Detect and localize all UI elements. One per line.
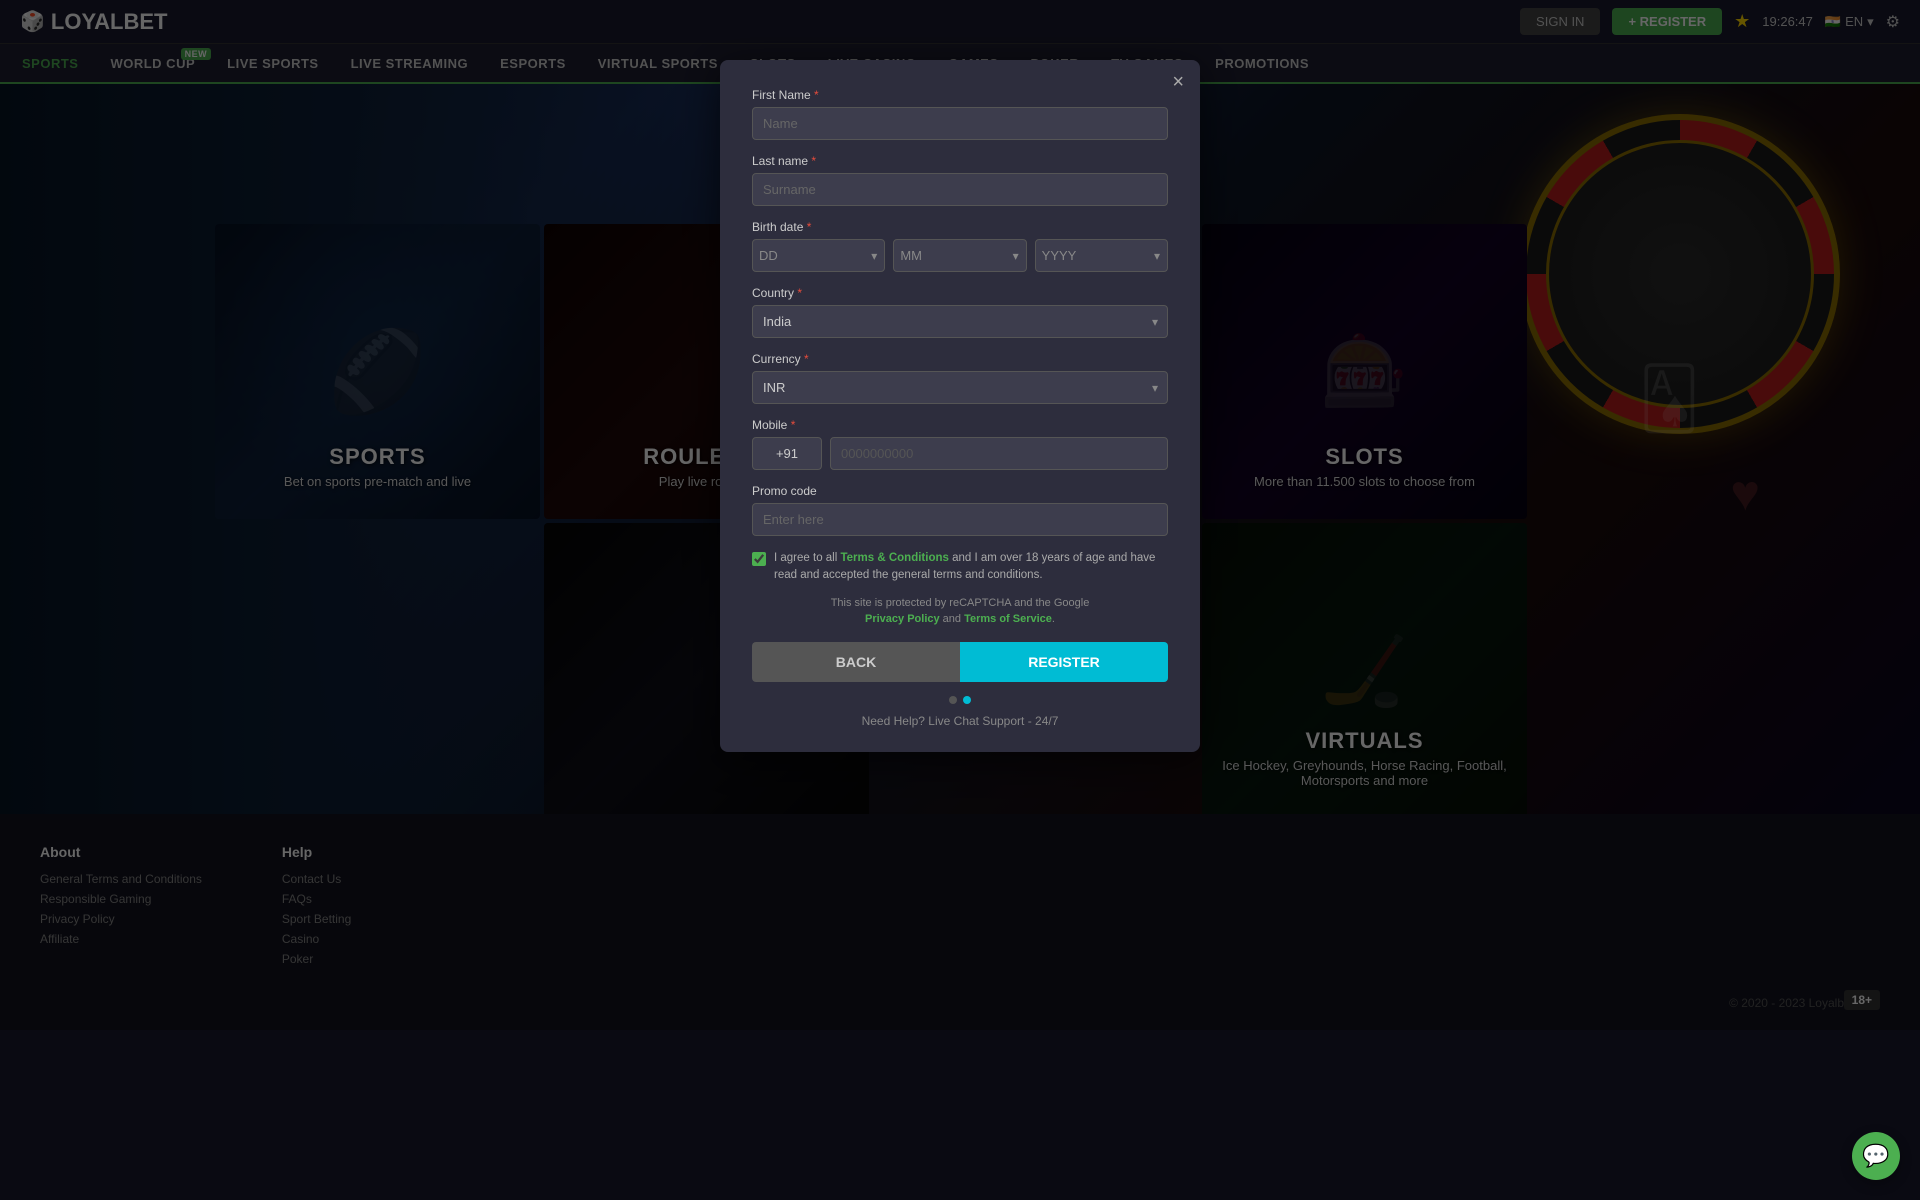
birth-day-wrapper: DD [752,239,885,272]
birth-year-select[interactable]: YYYY [1035,239,1168,272]
live-chat-button[interactable]: 💬 [1852,1132,1900,1180]
action-row: BACK REGISTER [752,642,1168,682]
terms-link[interactable]: Terms & Conditions [840,552,948,564]
country-select[interactable]: India [752,305,1168,338]
terms-row: I agree to all Terms & Conditions and I … [752,550,1168,585]
currency-select[interactable]: INR [752,371,1168,404]
progress-dots [752,696,1168,704]
terms-of-service-link[interactable]: Terms of Service [964,613,1052,625]
register-modal: × First Name * Last name * Birth date * [720,60,1200,752]
recaptcha-notice: This site is protected by reCAPTCHA and … [752,595,1168,628]
last-name-group: Last name * [752,154,1168,206]
mobile-row [752,437,1168,470]
dot-2 [963,696,971,704]
back-button[interactable]: BACK [752,642,960,682]
birth-month-wrapper: MM [893,239,1026,272]
mobile-code-input[interactable] [752,437,822,470]
register-button[interactable]: REGISTER [960,642,1168,682]
modal-close-button[interactable]: × [1172,72,1184,92]
birth-date-row: DD MM YYYY [752,239,1168,272]
first-name-group: First Name * [752,88,1168,140]
first-name-label: First Name * [752,88,1168,102]
mobile-group: Mobile * [752,418,1168,470]
promo-label: Promo code [752,484,1168,498]
currency-select-wrapper: INR [752,371,1168,404]
birth-year-wrapper: YYYY [1035,239,1168,272]
last-name-label: Last name * [752,154,1168,168]
country-select-wrapper: India [752,305,1168,338]
dot-1 [949,696,957,704]
country-group: Country * India [752,286,1168,338]
chat-icon: 💬 [1862,1143,1889,1169]
privacy-policy-link[interactable]: Privacy Policy [865,613,940,625]
help-text: Need Help? Live Chat Support - 24/7 [752,714,1168,728]
modal-overlay[interactable]: × First Name * Last name * Birth date * [0,0,1920,1200]
terms-checkbox[interactable] [752,552,766,566]
birth-date-group: Birth date * DD MM YYYY [752,220,1168,272]
birth-day-select[interactable]: DD [752,239,885,272]
terms-text: I agree to all Terms & Conditions and I … [774,550,1168,585]
mobile-label: Mobile * [752,418,1168,432]
birth-month-select[interactable]: MM [893,239,1026,272]
last-name-input[interactable] [752,173,1168,206]
mobile-number-input[interactable] [830,437,1168,470]
currency-group: Currency * INR [752,352,1168,404]
promo-code-input[interactable] [752,503,1168,536]
currency-label: Currency * [752,352,1168,366]
first-name-input[interactable] [752,107,1168,140]
country-label: Country * [752,286,1168,300]
promo-group: Promo code [752,484,1168,536]
birth-date-label: Birth date * [752,220,1168,234]
